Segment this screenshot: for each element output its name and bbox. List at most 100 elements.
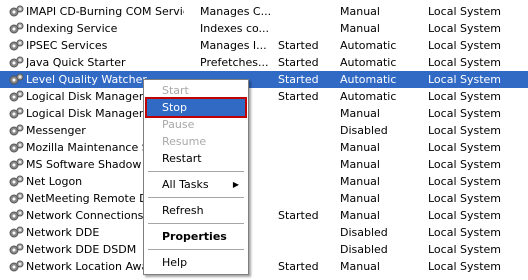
service-row[interactable]: Net Logon Manual Local System bbox=[0, 173, 528, 190]
service-status bbox=[278, 3, 336, 20]
service-log-on-as: Local System bbox=[428, 243, 502, 256]
service-status bbox=[278, 241, 336, 258]
service-log-on-as: Local System bbox=[428, 124, 502, 137]
context-menu: Start Stop Pause Resume Restart All Task… bbox=[143, 79, 249, 275]
service-status bbox=[278, 156, 336, 173]
service-log-on-as: Local System bbox=[428, 141, 502, 154]
service-row[interactable]: Indexing Service Indexes co... Manual Local… bbox=[0, 20, 528, 37]
service-log-on-as: Local System bbox=[428, 73, 502, 86]
service-gear-icon bbox=[8, 207, 25, 224]
service-description: Manages I... bbox=[200, 39, 267, 52]
service-gear-icon bbox=[8, 88, 25, 105]
service-startup-type: Manual bbox=[340, 192, 380, 205]
service-gear-icon bbox=[8, 156, 25, 173]
service-status bbox=[278, 190, 336, 207]
service-status: Started bbox=[278, 56, 319, 69]
service-name: Indexing Service bbox=[26, 22, 118, 35]
service-row[interactable]: Mozilla Maintenance Serv Manual Local Syst… bbox=[0, 139, 528, 156]
services-list[interactable]: IMAPI CD-Burning COM Service Manages C...… bbox=[0, 0, 528, 279]
service-status bbox=[278, 139, 336, 156]
menu-item-refresh[interactable]: Refresh bbox=[147, 202, 245, 219]
service-description: Prefetches... bbox=[200, 56, 269, 69]
service-row[interactable]: Java Quick Starter Prefetches... Started Au… bbox=[0, 54, 528, 71]
menu-item-resume: Resume bbox=[162, 135, 207, 148]
service-row[interactable]: MS Software Shadow Co Manual Local System bbox=[0, 156, 528, 173]
service-gear-icon bbox=[8, 71, 25, 88]
menu-separator bbox=[148, 171, 244, 172]
menu-item-pause: Pause bbox=[162, 118, 195, 131]
service-status: Started bbox=[278, 73, 319, 86]
service-log-on-as: Local System bbox=[428, 209, 502, 222]
submenu-arrow-icon: ▶ bbox=[232, 180, 239, 189]
service-gear-icon bbox=[8, 190, 25, 207]
service-gear-icon bbox=[8, 241, 25, 258]
service-log-on-as: Local System bbox=[428, 226, 502, 239]
service-startup-type: Manual bbox=[340, 5, 380, 18]
service-gear-icon bbox=[8, 224, 25, 241]
service-log-on-as: Local System bbox=[428, 175, 502, 188]
service-log-on-as: Local System bbox=[428, 39, 502, 52]
service-description: Manages C... bbox=[200, 5, 270, 18]
service-startup-type: Manual bbox=[340, 107, 380, 120]
service-row[interactable]: Level Quality Watcher Started Automatic Loc… bbox=[0, 71, 528, 88]
service-row[interactable]: Logical Disk Manager...StartedAutomaticL… bbox=[0, 88, 528, 105]
menu-separator bbox=[148, 223, 244, 224]
service-gear-icon bbox=[8, 173, 25, 190]
service-gear-icon bbox=[8, 3, 25, 20]
service-status bbox=[278, 173, 336, 190]
service-log-on-as: Local System bbox=[428, 5, 502, 18]
service-gear-icon bbox=[8, 54, 25, 71]
service-gear-icon bbox=[8, 139, 25, 156]
menu-item-restart[interactable]: Restart bbox=[147, 150, 245, 167]
service-row[interactable]: IPSEC Services Manages I... Started Automat… bbox=[0, 37, 528, 54]
service-gear-icon bbox=[8, 122, 25, 139]
service-gear-icon bbox=[8, 20, 25, 37]
menu-item-start: Start bbox=[162, 84, 189, 97]
service-startup-type: Disabled bbox=[340, 226, 388, 239]
service-gear-icon bbox=[8, 37, 25, 54]
service-gear-icon bbox=[8, 258, 25, 275]
service-startup-type: Automatic bbox=[340, 39, 397, 52]
service-row[interactable]: Network Location Aware Started Manual Local… bbox=[0, 258, 528, 275]
service-row[interactable]: Network Connections Started Manual Local Sy… bbox=[0, 207, 528, 224]
service-gear-icon bbox=[8, 105, 25, 122]
service-startup-type: Automatic bbox=[340, 90, 397, 103]
menu-item-help[interactable]: Help bbox=[147, 254, 245, 271]
service-startup-type: Manual bbox=[340, 175, 380, 188]
service-startup-type: Automatic bbox=[340, 73, 397, 86]
service-startup-type: Manual bbox=[340, 141, 380, 154]
service-startup-type: Manual bbox=[340, 260, 380, 273]
service-log-on-as: Local System bbox=[428, 107, 502, 120]
menu-item-all-tasks[interactable]: All Tasks ▶ bbox=[147, 176, 245, 193]
service-startup-type: Manual bbox=[340, 22, 380, 35]
service-log-on-as: Local System bbox=[428, 158, 502, 171]
service-status bbox=[278, 224, 336, 241]
service-status: Started bbox=[278, 209, 319, 222]
service-name: Java Quick Starter bbox=[26, 56, 126, 69]
service-startup-type: Manual bbox=[340, 158, 380, 171]
service-row[interactable]: IMAPI CD-Burning COM Service Manages C...… bbox=[0, 3, 528, 20]
service-log-on-as: Local System bbox=[428, 22, 502, 35]
service-status: Started bbox=[278, 260, 319, 273]
service-row[interactable]: Messenger Disabled Local System bbox=[0, 122, 528, 139]
service-log-on-as: Local System bbox=[428, 90, 502, 103]
service-status: Started bbox=[278, 90, 319, 103]
service-log-on-as: Local System bbox=[428, 260, 502, 273]
service-log-on-as: Local System bbox=[428, 192, 502, 205]
service-name: IPSEC Services bbox=[26, 39, 108, 52]
service-log-on-as: Local System bbox=[428, 56, 502, 69]
menu-separator bbox=[148, 197, 244, 198]
service-row[interactable]: Logical Disk Manager Ad Manual Local Syste… bbox=[0, 105, 528, 122]
service-startup-type: Disabled bbox=[340, 124, 388, 137]
menu-item-properties[interactable]: Properties bbox=[147, 228, 245, 245]
service-row[interactable]: Network DDE DSDM Disabled Local System bbox=[0, 241, 528, 258]
service-startup-type: Disabled bbox=[340, 243, 388, 256]
service-row[interactable]: NetMeeting Remote Des Manual Local System bbox=[0, 190, 528, 207]
service-startup-type: Manual bbox=[340, 209, 380, 222]
menu-item-stop[interactable]: Stop bbox=[145, 97, 247, 118]
menu-separator bbox=[148, 249, 244, 250]
service-status: Started bbox=[278, 39, 319, 52]
service-status bbox=[278, 20, 336, 37]
service-row[interactable]: Network DDE Disabled Local System bbox=[0, 224, 528, 241]
menu-item-all-tasks-label: All Tasks bbox=[162, 178, 209, 191]
